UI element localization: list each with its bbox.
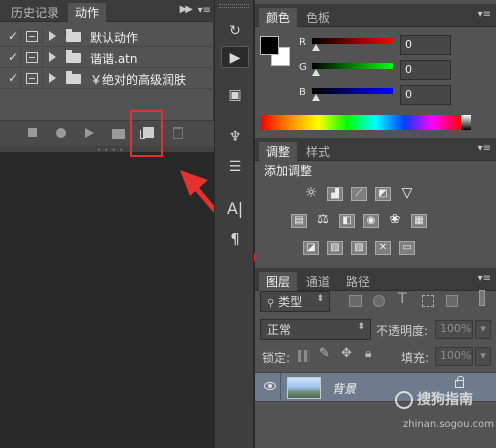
column-divider: [280, 373, 281, 403]
channel-b-label: B: [299, 87, 306, 98]
posterize-icon[interactable]: ▨: [327, 241, 343, 255]
color-spectrum-bar[interactable]: [261, 115, 461, 130]
opacity-value[interactable]: 100%: [435, 320, 473, 339]
watermark-url: zhinan.sogou.com: [403, 419, 495, 430]
gradient-map-icon[interactable]: ▭: [399, 241, 415, 255]
curves-icon[interactable]: ⟋: [351, 187, 367, 201]
channel-g-slider[interactable]: [312, 63, 393, 69]
lock-position-icon[interactable]: ✥: [341, 346, 352, 361]
slider-thumb[interactable]: [312, 44, 320, 51]
play-icon[interactable]: ▶: [221, 46, 249, 68]
tab-channels[interactable]: 通道: [299, 272, 337, 291]
chevron-down-icon: ⬍: [357, 322, 365, 332]
watermark-brand: 搜狗指南: [417, 392, 473, 408]
vibrance-icon[interactable]: ▽: [399, 187, 415, 201]
grip-handle[interactable]: [219, 4, 249, 8]
color-lookup-icon[interactable]: ▦: [411, 214, 427, 228]
channel-mixer-icon[interactable]: ❀: [387, 214, 403, 228]
filter-type-icon[interactable]: T: [398, 291, 407, 307]
layer-filter-label: 类型: [278, 295, 303, 309]
fill-label: 填充:: [401, 351, 430, 365]
slider-thumb[interactable]: [312, 94, 320, 101]
blend-mode-select[interactable]: 正常 ⬍: [260, 319, 371, 340]
threshold-icon[interactable]: ▨: [351, 241, 367, 255]
exposure-icon[interactable]: ◩: [375, 187, 391, 201]
photo-filter-icon[interactable]: ◉: [363, 214, 379, 228]
lock-label: 锁定:: [262, 351, 291, 365]
opacity-label: 不透明度:: [376, 324, 429, 338]
adjustments-title: 添加调整: [264, 164, 313, 178]
channel-r-slider[interactable]: [312, 38, 393, 44]
right-panels: 颜色 色板 ▾≡ R 0 G 0 B 0 调整 样式 ▾≡ 添加调整 ☼ ▟ ⟋…: [255, 0, 496, 448]
channel-b-slider[interactable]: [312, 88, 393, 94]
grayscale-ramp[interactable]: [461, 115, 471, 130]
selective-color-icon[interactable]: ✕: [375, 241, 391, 255]
filter-smart-object-icon[interactable]: [446, 295, 458, 307]
channel-r-label: R: [299, 37, 306, 48]
chevron-down-icon: ⬍: [316, 294, 324, 304]
layers-panel-tabbar: 图层 通道 路径 ▾≡: [255, 268, 496, 291]
3d-cube-icon[interactable]: ▣: [221, 84, 249, 106]
text-cursor-icon[interactable]: A|: [221, 198, 249, 220]
layer-filter-select[interactable]: ⚲ 类型 ⬍: [260, 291, 330, 312]
panel-menu-icon[interactable]: ▾≡: [478, 9, 491, 20]
blend-mode-value: 正常: [267, 323, 292, 337]
tab-adjustments[interactable]: 调整: [259, 142, 298, 161]
paragraph-icon[interactable]: ¶: [221, 228, 249, 250]
color-balance-icon[interactable]: ⚖: [315, 214, 331, 228]
tool-strip: ↻ ▶ ▣ ♆ ☰ A| ¶: [214, 0, 254, 448]
tab-color[interactable]: 颜色: [259, 8, 298, 27]
levels-icon[interactable]: ▟: [327, 187, 343, 201]
chevron-down-icon[interactable]: ▾: [475, 347, 491, 366]
brightness-contrast-icon[interactable]: ☼: [303, 187, 319, 201]
layer-name[interactable]: 背景: [332, 380, 356, 397]
filter-toggle-switch[interactable]: [479, 290, 485, 306]
watermark-logo-icon: [395, 391, 413, 409]
filter-shape-icon[interactable]: [422, 295, 434, 307]
hue-saturation-icon[interactable]: ▤: [291, 214, 307, 228]
channel-g-value[interactable]: 0: [400, 60, 451, 80]
channel-r-value[interactable]: 0: [400, 35, 451, 55]
invert-icon[interactable]: ◪: [303, 241, 319, 255]
black-white-icon[interactable]: ◧: [339, 214, 355, 228]
panel-menu-icon[interactable]: ▾≡: [478, 143, 491, 154]
filter-pixel-icon[interactable]: [349, 295, 362, 307]
fill-value[interactable]: 100%: [435, 347, 473, 366]
slider-thumb[interactable]: [312, 69, 320, 76]
eye-visibility-icon[interactable]: [264, 382, 276, 390]
tab-swatches[interactable]: 色板: [299, 8, 337, 27]
lock-all-icon[interactable]: 🔒︎: [365, 346, 371, 361]
sliders-icon[interactable]: ☰: [221, 156, 249, 178]
color-panel-tabbar: 颜色 色板 ▾≡: [255, 4, 496, 27]
channel-b-value[interactable]: 0: [400, 85, 451, 105]
tab-styles[interactable]: 样式: [299, 142, 337, 161]
channel-g-label: G: [299, 62, 307, 73]
search-icon: ⚲: [267, 298, 275, 309]
paint-brush-icon[interactable]: ♆: [221, 126, 249, 148]
panel-menu-icon[interactable]: ▾≡: [478, 273, 491, 284]
history-brush-icon[interactable]: ↻: [221, 20, 249, 42]
foreground-color-swatch[interactable]: [260, 36, 279, 55]
chevron-down-icon[interactable]: ▾: [475, 320, 491, 339]
lock-pixels-icon[interactable]: ✎: [319, 346, 330, 361]
adjustments-panel-tabbar: 调整 样式 ▾≡: [255, 138, 496, 161]
lock-icon[interactable]: [455, 376, 464, 388]
layer-thumbnail[interactable]: [287, 377, 321, 399]
lock-transparency-icon[interactable]: [298, 350, 310, 362]
filter-adjustment-icon[interactable]: [373, 295, 385, 307]
tab-layers[interactable]: 图层: [259, 272, 298, 291]
tab-paths[interactable]: 路径: [339, 272, 377, 291]
